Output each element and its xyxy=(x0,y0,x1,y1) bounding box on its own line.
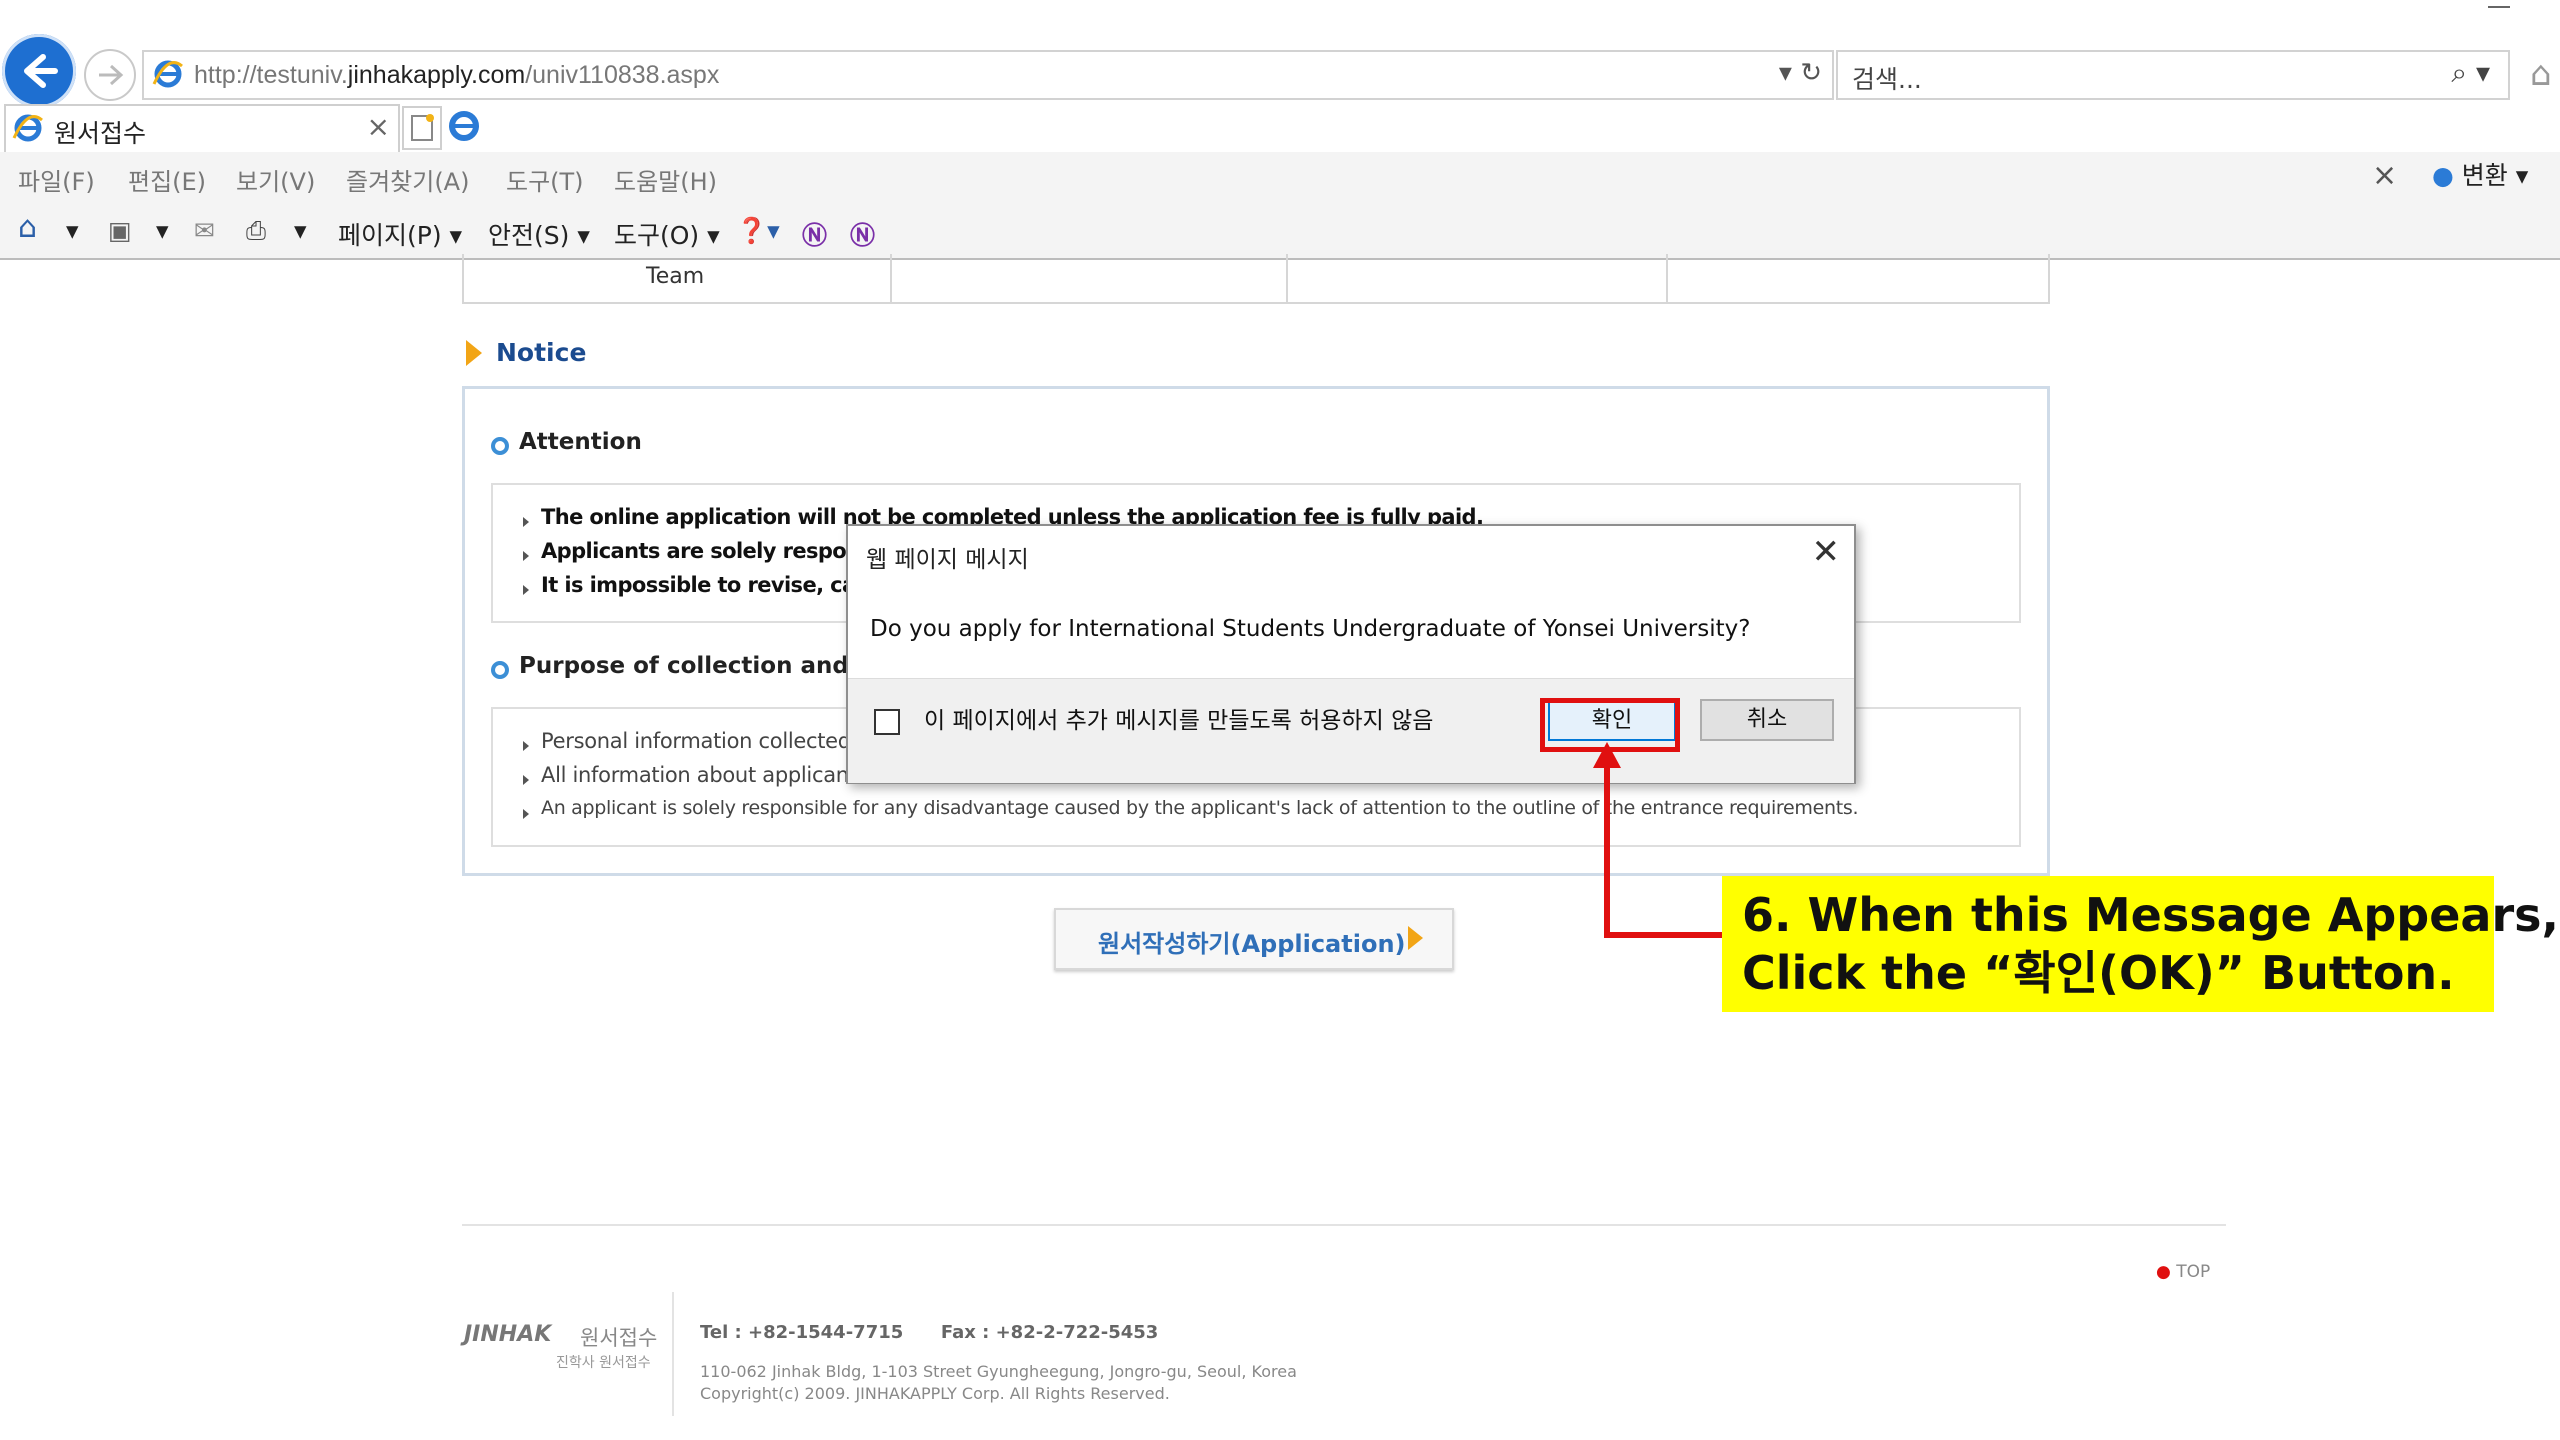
table-cell xyxy=(890,254,1288,302)
forward-arrow-icon xyxy=(99,64,124,86)
bullet-icon xyxy=(523,551,529,561)
close-icon[interactable]: ✕ xyxy=(1812,532,1841,572)
chevron-right-icon xyxy=(1408,926,1423,950)
dialog-message: Do you apply for International Students … xyxy=(870,616,1751,642)
browser-chrome: http://testuniv.jinhakapply.com/univ1108… xyxy=(0,0,2560,260)
onenote-icon[interactable]: Ⓝ xyxy=(802,216,827,252)
annotation-line-2: Click the “확인(OK)” Button. xyxy=(1742,946,2455,1000)
dialog-title: 웹 페이지 메시지 xyxy=(866,547,1029,573)
chevron-down-icon[interactable]: ▾ xyxy=(156,216,169,245)
new-tab-icon xyxy=(411,114,434,141)
top-link-label: TOP xyxy=(2176,1262,2211,1282)
footer-logo-kr: 원서접수 xyxy=(580,1326,658,1350)
table-cell: Team xyxy=(464,254,892,302)
annotation-line-1: 6. When this Message Appears, xyxy=(1742,888,2559,942)
footer-copyright: Copyright(c) 2009. JINHAKAPPLY Corp. All… xyxy=(700,1384,1170,1403)
web-page-message-dialog: 웹 페이지 메시지 ✕ Do you apply for Internation… xyxy=(846,524,1856,784)
ie-page-icon xyxy=(152,60,183,88)
purpose-title: Purpose of collection and u xyxy=(519,653,874,679)
back-arrow-icon xyxy=(24,54,58,88)
footer-tel: Tel : +82-1544-7715 Fax : +82-2-722-5453 xyxy=(700,1322,1159,1343)
annotation-line xyxy=(1604,932,1724,938)
search-icon[interactable]: ⌕ ▾ xyxy=(2451,56,2490,90)
command-bar: ⌂ ▾ ▣ ▾ ✉ ⎙ ▾ 페이지(P) ▾ 안전(S) ▾ 도구(O) ▾ ❓… xyxy=(0,202,2560,260)
annotation-text: 6. When this Message Appears, Click the … xyxy=(1742,886,2559,1002)
menu-bar: 파일(F) 편집(E) 보기(V) 즐겨찾기(A) 도구(T) 도움말(H) × xyxy=(0,152,2560,202)
footer-vertical-divider xyxy=(672,1292,674,1416)
bullet-icon xyxy=(523,809,529,819)
globe-icon: ● xyxy=(2432,161,2454,190)
suppress-messages-label[interactable]: 이 페이지에서 추가 메시지를 만들도록 허용하지 않음 xyxy=(924,705,1484,737)
bullet-dot-icon xyxy=(491,661,509,679)
footer-logo: JINHAK xyxy=(464,1322,552,1347)
bullet-dot-icon xyxy=(491,437,509,455)
dialog-footer: 이 페이지에서 추가 메시지를 만들도록 허용하지 않음 확인 취소 xyxy=(848,678,1854,783)
address-bar[interactable]: http://testuniv.jinhakapply.com/univ1108… xyxy=(142,50,1834,100)
chevron-down-icon[interactable]: ▾ xyxy=(294,216,307,245)
application-button-label: 원서작성하기(Application) xyxy=(1098,930,1406,958)
onenote-linked-icon[interactable]: Ⓝ xyxy=(850,216,875,252)
list-item: It is impossible to revise, canc xyxy=(541,573,882,597)
arrow-up-icon: ● xyxy=(2156,1262,2171,1282)
rss-feed-icon[interactable]: ▣ xyxy=(108,216,132,245)
search-input[interactable]: 검색... xyxy=(1852,60,1922,96)
list-item: Applicants are solely respons xyxy=(541,539,873,563)
cancel-button[interactable]: 취소 xyxy=(1700,699,1834,741)
menu-edit[interactable]: 편집(E) xyxy=(128,162,206,197)
new-tab-button[interactable] xyxy=(402,106,442,150)
annotation-line xyxy=(1604,748,1610,938)
bullet-icon xyxy=(523,517,529,527)
list-item: Personal information collected xyxy=(541,729,851,753)
help-icon[interactable]: ❓▾ xyxy=(736,216,780,246)
refresh-icon[interactable]: ▾ ↻ xyxy=(1779,58,1822,88)
tab-close-icon[interactable]: × xyxy=(367,110,390,143)
attention-title: Attention xyxy=(519,429,642,455)
search-box[interactable]: 검색... ⌕ ▾ xyxy=(1836,50,2510,100)
bullet-icon xyxy=(523,741,529,751)
bullet-icon xyxy=(523,585,529,595)
close-icon[interactable]: × xyxy=(2372,158,2397,193)
menu-view[interactable]: 보기(V) xyxy=(236,162,315,197)
chevron-down-icon: ▾ xyxy=(2515,161,2529,190)
suppress-messages-checkbox[interactable] xyxy=(874,709,900,735)
home-icon[interactable]: ⌂ xyxy=(18,210,37,245)
back-button[interactable] xyxy=(2,34,76,108)
forward-button[interactable] xyxy=(84,49,136,101)
list-item: All information about applicant xyxy=(541,763,857,787)
list-item: An applicant is solely responsible for a… xyxy=(541,797,1859,819)
menu-help[interactable]: 도움말(H) xyxy=(614,162,717,197)
translate-button[interactable]: ● 변환 ▾ xyxy=(2432,156,2528,192)
bullet-icon xyxy=(523,775,529,785)
tab-title: 원서접수 xyxy=(54,119,147,148)
notice-title: Notice xyxy=(496,338,587,367)
menu-tools[interactable]: 도구(T) xyxy=(506,162,584,197)
annotation-callout: 6. When this Message Appears, Click the … xyxy=(1722,876,2559,1012)
chevron-right-icon xyxy=(466,340,482,366)
footer-divider xyxy=(462,1224,2226,1226)
application-button[interactable]: 원서작성하기(Application) xyxy=(1054,908,1454,970)
mail-icon[interactable]: ✉ xyxy=(194,216,215,245)
tab-active[interactable]: 원서접수 × xyxy=(4,104,400,152)
footer-logo-sub: 진학사 원서접수 xyxy=(556,1355,651,1371)
safety-menu[interactable]: 안전(S) ▾ xyxy=(488,216,590,252)
url-text: http://testuniv.jinhakapply.com/univ1108… xyxy=(194,61,720,89)
contact-table: Team xyxy=(462,254,2050,304)
top-link[interactable]: ● TOP xyxy=(2156,1262,2210,1282)
minimize-button[interactable] xyxy=(2488,6,2510,8)
ie-logo-icon[interactable] xyxy=(446,106,482,150)
tools-menu[interactable]: 도구(O) ▾ xyxy=(614,216,720,252)
menu-favorites[interactable]: 즐겨찾기(A) xyxy=(346,162,469,197)
footer-address: 110-062 Jinhak Bldg, 1-103 Street Gyungh… xyxy=(700,1362,1297,1381)
chevron-down-icon[interactable]: ▾ xyxy=(66,216,79,245)
ie-tab-icon xyxy=(12,114,43,142)
translate-label: 변환 xyxy=(2461,161,2508,190)
table-cell-team: Team xyxy=(646,264,705,289)
page-menu[interactable]: 페이지(P) ▾ xyxy=(338,216,462,252)
table-cell xyxy=(1286,254,1668,302)
home-icon[interactable]: ⌂ xyxy=(2530,54,2552,94)
menu-file[interactable]: 파일(F) xyxy=(18,162,95,197)
print-icon[interactable]: ⎙ xyxy=(246,216,266,246)
